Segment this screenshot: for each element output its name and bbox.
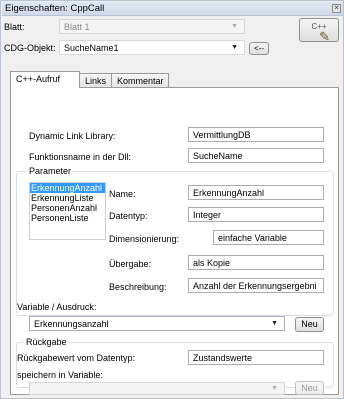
chevron-down-icon: ▼ bbox=[271, 385, 278, 392]
speichern-label: speichern in Variable: bbox=[17, 370, 103, 380]
cdg-select[interactable]: SucheName1 ▼ bbox=[59, 40, 245, 55]
parameter-list[interactable]: ErkennungAnzahl ErkennungListe PersonenA… bbox=[29, 182, 106, 240]
function-field[interactable]: SucheName bbox=[188, 148, 324, 163]
rueckgabe-neu-button[interactable]: Neu bbox=[295, 381, 324, 395]
name-label: Name: bbox=[109, 189, 136, 199]
back-button[interactable]: <-- bbox=[249, 42, 269, 55]
list-item[interactable]: PersonenAnzahl bbox=[30, 203, 105, 213]
uebergabe-field[interactable]: als Kopie bbox=[188, 255, 324, 270]
rueckgabe-datentyp-label: Rückgabewert vom Datentyp: bbox=[17, 353, 136, 363]
rueckgabe-datentyp-field[interactable]: Zustandswerte bbox=[188, 350, 324, 365]
parameter-group-title: Parameter bbox=[27, 166, 74, 176]
cpp-button[interactable]: C++ ✎ bbox=[299, 18, 339, 44]
beschreibung-label: Beschreibung: bbox=[109, 282, 167, 292]
variable-label: Variable / Ausdruck: bbox=[17, 302, 97, 312]
window-title: Eigenschaften: CppCall bbox=[5, 3, 105, 14]
uebergabe-label: Übergabe: bbox=[109, 259, 152, 269]
tool-icon: ✎ bbox=[319, 29, 330, 44]
chevron-down-icon: ▼ bbox=[231, 23, 238, 30]
tab-cpp-aufruf[interactable]: C++-Aufruf bbox=[10, 71, 80, 88]
datentyp-field[interactable]: Integer bbox=[188, 207, 324, 222]
blatt-label: Blatt: bbox=[4, 22, 25, 32]
dimensionierung-label: Dimensionierung: bbox=[109, 234, 180, 244]
list-item[interactable]: ErkennungAnzahl bbox=[30, 183, 105, 193]
title-bar[interactable]: Eigenschaften: CppCall ✕ bbox=[2, 2, 343, 16]
dll-field[interactable]: VermittlungDB bbox=[188, 127, 324, 142]
list-item[interactable]: ErkennungListe bbox=[30, 193, 105, 203]
function-label: Funktionsname in der Dll: bbox=[29, 152, 132, 162]
properties-window: Eigenschaften: CppCall ✕ Blatt: Blatt 1 … bbox=[0, 0, 344, 399]
chevron-down-icon: ▼ bbox=[231, 44, 238, 51]
datentyp-label: Datentyp: bbox=[109, 211, 148, 221]
cdg-label: CDG-Objekt: bbox=[4, 43, 56, 53]
blatt-select[interactable]: Blatt 1 ▼ bbox=[59, 19, 245, 34]
dll-label: Dynamic Link Library: bbox=[29, 131, 116, 141]
cdg-value: SucheName1 bbox=[64, 43, 119, 53]
blatt-value: Blatt 1 bbox=[64, 22, 90, 32]
variable-value: Erkennungsanzahl bbox=[34, 319, 109, 329]
close-icon[interactable]: ✕ bbox=[332, 4, 341, 13]
rueckgabe-group-title: Rückgabe bbox=[24, 337, 69, 347]
list-item[interactable]: PersonenListe bbox=[30, 213, 105, 223]
neu-button[interactable]: Neu bbox=[295, 317, 324, 332]
name-field[interactable]: ErkennungAnzahl bbox=[188, 185, 324, 200]
speichern-select[interactable]: ▼ bbox=[29, 382, 285, 395]
dimensionierung-field[interactable]: einfache Variable bbox=[213, 230, 324, 245]
tab-links[interactable]: Links bbox=[79, 73, 112, 88]
variable-select[interactable]: Erkennungsanzahl ▼ bbox=[29, 316, 285, 331]
tab-kommentar[interactable]: Kommentar bbox=[111, 73, 169, 88]
beschreibung-field[interactable]: Anzahl der Erkennungsergebni bbox=[188, 278, 324, 293]
chevron-down-icon: ▼ bbox=[271, 320, 278, 327]
